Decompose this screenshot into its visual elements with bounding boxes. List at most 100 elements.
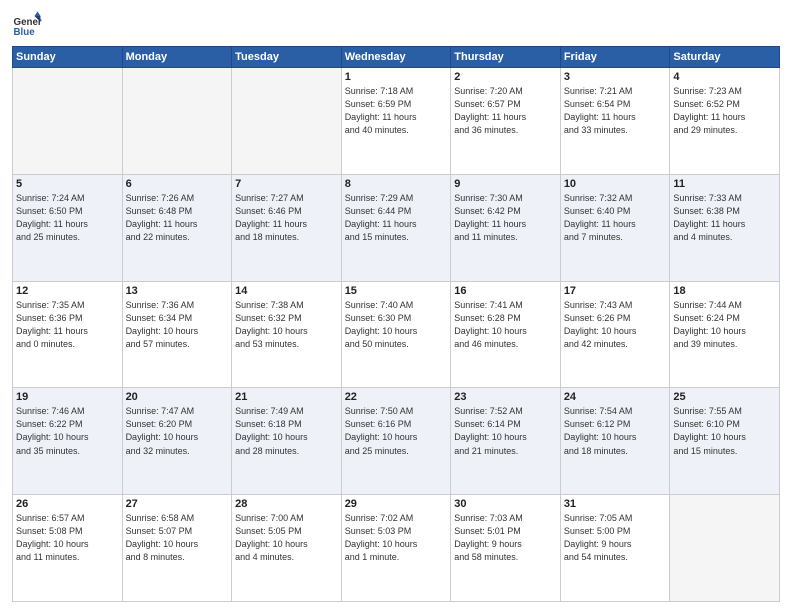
calendar-cell: 19 Sunrise: 7:46 AM Sunset: 6:22 PM Dayli… (13, 388, 123, 495)
day-info: Sunrise: 7:18 AM Sunset: 6:59 PM Dayligh… (345, 85, 448, 137)
day-info: Sunrise: 7:55 AM Sunset: 6:10 PM Dayligh… (673, 405, 776, 457)
calendar-cell: 23 Sunrise: 7:52 AM Sunset: 6:14 PM Dayli… (451, 388, 561, 495)
calendar-cell: 12 Sunrise: 7:35 AM Sunset: 6:36 PM Dayli… (13, 281, 123, 388)
day-info: Sunrise: 7:43 AM Sunset: 6:26 PM Dayligh… (564, 299, 667, 351)
day-info: Sunrise: 7:40 AM Sunset: 6:30 PM Dayligh… (345, 299, 448, 351)
weekday-header-wednesday: Wednesday (341, 47, 451, 68)
calendar-table: SundayMondayTuesdayWednesdayThursdayFrid… (12, 46, 780, 602)
day-info: Sunrise: 7:03 AM Sunset: 5:01 PM Dayligh… (454, 512, 557, 564)
day-info: Sunrise: 7:29 AM Sunset: 6:44 PM Dayligh… (345, 192, 448, 244)
calendar-cell: 8 Sunrise: 7:29 AM Sunset: 6:44 PM Daylig… (341, 174, 451, 281)
day-info: Sunrise: 7:44 AM Sunset: 6:24 PM Dayligh… (673, 299, 776, 351)
day-number: 5 (16, 178, 119, 190)
calendar-cell: 1 Sunrise: 7:18 AM Sunset: 6:59 PM Daylig… (341, 68, 451, 175)
svg-text:Blue: Blue (14, 27, 36, 38)
day-number: 2 (454, 71, 557, 83)
day-info: Sunrise: 7:35 AM Sunset: 6:36 PM Dayligh… (16, 299, 119, 351)
day-number: 22 (345, 391, 448, 403)
day-info: Sunrise: 7:05 AM Sunset: 5:00 PM Dayligh… (564, 512, 667, 564)
header: General Blue (12, 10, 780, 40)
day-number: 6 (126, 178, 229, 190)
day-number: 10 (564, 178, 667, 190)
calendar-cell: 11 Sunrise: 7:33 AM Sunset: 6:38 PM Dayli… (670, 174, 780, 281)
day-number: 8 (345, 178, 448, 190)
day-number: 29 (345, 498, 448, 510)
calendar-cell: 22 Sunrise: 7:50 AM Sunset: 6:16 PM Dayli… (341, 388, 451, 495)
logo: General Blue (12, 10, 42, 40)
day-info: Sunrise: 7:02 AM Sunset: 5:03 PM Dayligh… (345, 512, 448, 564)
day-number: 27 (126, 498, 229, 510)
calendar-cell: 30 Sunrise: 7:03 AM Sunset: 5:01 PM Dayli… (451, 495, 561, 602)
day-info: Sunrise: 7:27 AM Sunset: 6:46 PM Dayligh… (235, 192, 338, 244)
day-info: Sunrise: 7:52 AM Sunset: 6:14 PM Dayligh… (454, 405, 557, 457)
calendar-cell: 17 Sunrise: 7:43 AM Sunset: 6:26 PM Dayli… (560, 281, 670, 388)
day-number: 23 (454, 391, 557, 403)
day-number: 7 (235, 178, 338, 190)
day-info: Sunrise: 7:54 AM Sunset: 6:12 PM Dayligh… (564, 405, 667, 457)
weekday-header-friday: Friday (560, 47, 670, 68)
day-number: 31 (564, 498, 667, 510)
calendar-cell: 10 Sunrise: 7:32 AM Sunset: 6:40 PM Dayli… (560, 174, 670, 281)
day-info: Sunrise: 7:50 AM Sunset: 6:16 PM Dayligh… (345, 405, 448, 457)
calendar-cell: 9Sunrise: 7:30 AM Sunset: 6:42 PM Daylig… (451, 174, 561, 281)
calendar-cell: 15 Sunrise: 7:40 AM Sunset: 6:30 PM Dayli… (341, 281, 451, 388)
day-number: 13 (126, 285, 229, 297)
day-number: 1 (345, 71, 448, 83)
day-info: Sunrise: 7:41 AM Sunset: 6:28 PM Dayligh… (454, 299, 557, 351)
day-number: 17 (564, 285, 667, 297)
calendar-cell (13, 68, 123, 175)
calendar-cell: 13 Sunrise: 7:36 AM Sunset: 6:34 PM Dayli… (122, 281, 232, 388)
day-number: 4 (673, 71, 776, 83)
calendar-cell: 3Sunrise: 7:21 AM Sunset: 6:54 PM Daylig… (560, 68, 670, 175)
day-number: 18 (673, 285, 776, 297)
calendar-cell: 28 Sunrise: 7:00 AM Sunset: 5:05 PM Dayli… (232, 495, 342, 602)
calendar-cell: 2 Sunrise: 7:20 AM Sunset: 6:57 PM Daylig… (451, 68, 561, 175)
calendar-cell: 31 Sunrise: 7:05 AM Sunset: 5:00 PM Dayli… (560, 495, 670, 602)
weekday-header-thursday: Thursday (451, 47, 561, 68)
calendar-cell: 18 Sunrise: 7:44 AM Sunset: 6:24 PM Dayli… (670, 281, 780, 388)
weekday-header-saturday: Saturday (670, 47, 780, 68)
day-info: Sunrise: 7:32 AM Sunset: 6:40 PM Dayligh… (564, 192, 667, 244)
calendar-cell: 6 Sunrise: 7:26 AM Sunset: 6:48 PM Daylig… (122, 174, 232, 281)
day-info: Sunrise: 7:26 AM Sunset: 6:48 PM Dayligh… (126, 192, 229, 244)
day-info: Sunrise: 6:57 AM Sunset: 5:08 PM Dayligh… (16, 512, 119, 564)
calendar-cell: 4 Sunrise: 7:23 AM Sunset: 6:52 PM Daylig… (670, 68, 780, 175)
calendar-cell (232, 68, 342, 175)
calendar-container: General Blue SundayMondayTuesdayWednesda… (0, 0, 792, 612)
calendar-cell: 16 Sunrise: 7:41 AM Sunset: 6:28 PM Dayli… (451, 281, 561, 388)
day-info: Sunrise: 6:58 AM Sunset: 5:07 PM Dayligh… (126, 512, 229, 564)
day-info: Sunrise: 7:47 AM Sunset: 6:20 PM Dayligh… (126, 405, 229, 457)
calendar-cell (122, 68, 232, 175)
day-number: 11 (673, 178, 776, 190)
day-number: 24 (564, 391, 667, 403)
calendar-cell: 7 Sunrise: 7:27 AM Sunset: 6:46 PM Daylig… (232, 174, 342, 281)
calendar-cell: 27 Sunrise: 6:58 AM Sunset: 5:07 PM Dayli… (122, 495, 232, 602)
weekday-header-monday: Monday (122, 47, 232, 68)
day-number: 12 (16, 285, 119, 297)
calendar-cell (670, 495, 780, 602)
day-info: Sunrise: 7:36 AM Sunset: 6:34 PM Dayligh… (126, 299, 229, 351)
calendar-cell: 20Sunrise: 7:47 AM Sunset: 6:20 PM Dayli… (122, 388, 232, 495)
day-info: Sunrise: 7:38 AM Sunset: 6:32 PM Dayligh… (235, 299, 338, 351)
day-info: Sunrise: 7:20 AM Sunset: 6:57 PM Dayligh… (454, 85, 557, 137)
day-info: Sunrise: 7:46 AM Sunset: 6:22 PM Dayligh… (16, 405, 119, 457)
day-number: 28 (235, 498, 338, 510)
calendar-cell: 21Sunrise: 7:49 AM Sunset: 6:18 PM Dayli… (232, 388, 342, 495)
day-number: 30 (454, 498, 557, 510)
calendar-cell: 5Sunrise: 7:24 AM Sunset: 6:50 PM Daylig… (13, 174, 123, 281)
day-number: 9 (454, 178, 557, 190)
calendar-cell: 29 Sunrise: 7:02 AM Sunset: 5:03 PM Dayli… (341, 495, 451, 602)
day-info: Sunrise: 7:21 AM Sunset: 6:54 PM Dayligh… (564, 85, 667, 137)
day-number: 16 (454, 285, 557, 297)
day-number: 25 (673, 391, 776, 403)
calendar-cell: 25 Sunrise: 7:55 AM Sunset: 6:10 PM Dayli… (670, 388, 780, 495)
day-number: 21 (235, 391, 338, 403)
day-number: 15 (345, 285, 448, 297)
weekday-header-tuesday: Tuesday (232, 47, 342, 68)
day-info: Sunrise: 7:23 AM Sunset: 6:52 PM Dayligh… (673, 85, 776, 137)
day-info: Sunrise: 7:33 AM Sunset: 6:38 PM Dayligh… (673, 192, 776, 244)
day-info: Sunrise: 7:00 AM Sunset: 5:05 PM Dayligh… (235, 512, 338, 564)
logo-icon: General Blue (12, 10, 42, 40)
weekday-header-sunday: Sunday (13, 47, 123, 68)
day-number: 19 (16, 391, 119, 403)
